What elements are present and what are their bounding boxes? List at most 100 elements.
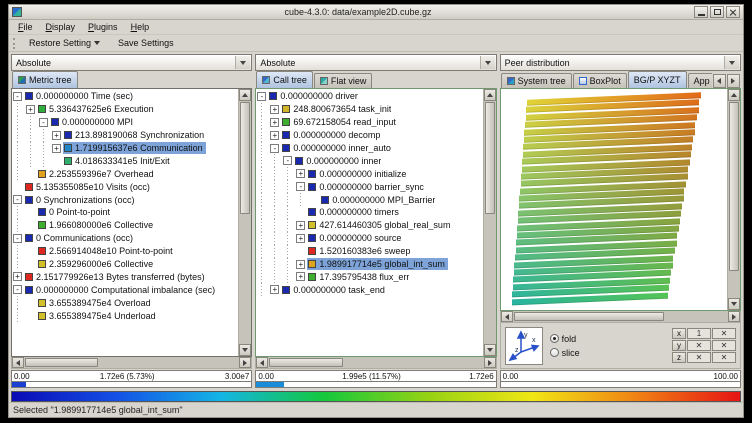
scrollbar-thumb[interactable] <box>729 102 739 271</box>
tree-item-source[interactable]: +0.000000000 source <box>257 232 482 245</box>
save-settings-button[interactable]: Save Settings <box>113 36 179 50</box>
maximize-button[interactable] <box>710 6 724 18</box>
tree-item-collective[interactable]: 1.966080000e6 Collective <box>13 219 238 232</box>
expand-icon[interactable]: + <box>296 260 305 269</box>
tree-item-initialize[interactable]: +0.000000000 initialize <box>257 167 482 180</box>
collapse-icon[interactable]: - <box>270 144 279 153</box>
tree-item-flux-err[interactable]: +17.395795438 flux_err <box>257 270 482 283</box>
expand-icon[interactable]: + <box>296 169 305 178</box>
collapse-icon[interactable]: - <box>257 92 266 101</box>
tab-app[interactable]: App <box>688 73 712 88</box>
tree-item-global-real-sum[interactable]: +427.614460305 global_real_sum <box>257 219 482 232</box>
scroll-down-button[interactable] <box>728 298 740 310</box>
tree-item-point-to-point[interactable]: 2.566914048e10 Point-to-point <box>13 245 238 258</box>
dim-cell-x-1[interactable]: ✕ <box>712 328 736 339</box>
dim-cell-z-0[interactable]: ✕ <box>687 352 711 363</box>
expand-icon[interactable]: + <box>296 272 305 281</box>
scrollbar-thumb[interactable] <box>25 358 98 367</box>
tab-boxplot[interactable]: BoxPlot <box>573 73 627 88</box>
tree-item-synchronization[interactable]: +213.898190068 Synchronization <box>13 129 238 142</box>
tree-item-init-exit[interactable]: 4.018633341e5 Init/Exit <box>13 154 238 167</box>
combo-arrow-icon[interactable] <box>235 56 250 69</box>
dim-cell-x-0[interactable]: 1 <box>687 328 711 339</box>
menu-display[interactable]: Display <box>40 21 82 33</box>
dim-cell-y-0[interactable]: ✕ <box>687 340 711 351</box>
metric-value-mode-combo[interactable]: Absolute <box>11 54 252 71</box>
tree-item-task-end[interactable]: +0.000000000 task_end <box>257 283 482 296</box>
expand-icon[interactable]: + <box>296 234 305 243</box>
tree-item-global-int-sum[interactable]: +1.989917714e5 global_int_sum <box>257 258 482 271</box>
call-value-mode-combo[interactable]: Absolute <box>255 54 496 71</box>
topology-canvas[interactable] <box>501 89 727 310</box>
tree-item-communications-occ[interactable]: -0 Communications (occ) <box>13 232 238 245</box>
collapse-icon[interactable]: - <box>296 182 305 191</box>
expand-icon[interactable]: + <box>52 144 61 153</box>
expand-icon[interactable]: + <box>26 105 35 114</box>
minimize-button[interactable] <box>694 6 708 18</box>
tree-item-synchronizations-occ[interactable]: -0 Synchronizations (occ) <box>13 193 238 206</box>
tree-item-mpi-barrier[interactable]: 0.000000000 MPI_Barrier <box>257 193 482 206</box>
metric-horizontal-scrollbar[interactable] <box>11 357 252 369</box>
tree-item-visits-occ[interactable]: 5.135355085e10 Visits (occ) <box>13 180 238 193</box>
tree-item-bytes-transferred-bytes[interactable]: +2.151779926e13 Bytes transferred (bytes… <box>13 270 238 283</box>
close-button[interactable] <box>726 6 740 18</box>
scrollbar-thumb[interactable] <box>269 358 342 367</box>
tab-scroll-right-button[interactable] <box>727 74 740 88</box>
scroll-right-button[interactable] <box>728 311 740 322</box>
tree-item-sweep[interactable]: 1.520160383e6 sweep <box>257 245 482 258</box>
dim-cell-y-1[interactable]: ✕ <box>712 340 736 351</box>
restore-setting-button[interactable]: Restore Setting <box>24 36 105 50</box>
tab-bg-p-xyzt[interactable]: BG/P XYZT <box>628 71 687 88</box>
topology-horizontal-scrollbar[interactable] <box>500 311 741 323</box>
fold-radio[interactable]: fold <box>550 334 580 344</box>
tree-item-collective[interactable]: 2.359296000e6 Collective <box>13 258 238 271</box>
axis-y-button[interactable]: y <box>672 340 686 351</box>
menu-plugins[interactable]: Plugins <box>82 21 124 33</box>
dim-cell-z-1[interactable]: ✕ <box>712 352 736 363</box>
scroll-up-button[interactable] <box>728 89 740 101</box>
scrollbar-thumb[interactable] <box>514 312 665 321</box>
tree-item-task-init[interactable]: +248.800673654 task_init <box>257 103 482 116</box>
tree-item-overhead[interactable]: 2.253559396e7 Overhead <box>13 167 238 180</box>
scroll-left-button[interactable] <box>501 311 513 322</box>
tab-scroll-left-button[interactable] <box>713 74 726 88</box>
scroll-right-button[interactable] <box>484 357 496 368</box>
scroll-left-button[interactable] <box>256 357 268 368</box>
scroll-up-button[interactable] <box>239 89 251 101</box>
collapse-icon[interactable]: - <box>13 92 22 101</box>
toolbar-grip[interactable] <box>13 38 16 49</box>
collapse-icon[interactable]: - <box>283 156 292 165</box>
combo-arrow-icon[interactable] <box>724 56 739 69</box>
metric-vertical-scrollbar[interactable] <box>238 89 251 356</box>
expand-icon[interactable]: + <box>13 272 22 281</box>
menu-file[interactable]: File <box>12 21 39 33</box>
collapse-icon[interactable]: - <box>13 195 22 204</box>
tree-item-timers[interactable]: 0.000000000 timers <box>257 206 482 219</box>
tree-item-read-input[interactable]: +69.672158054 read_input <box>257 116 482 129</box>
expand-icon[interactable]: + <box>270 285 279 294</box>
tab-system-tree[interactable]: System tree <box>501 73 572 88</box>
tree-item-time-sec[interactable]: -0.000000000 Time (sec) <box>13 90 238 103</box>
expand-icon[interactable]: + <box>296 221 305 230</box>
combo-arrow-icon[interactable] <box>480 56 495 69</box>
collapse-icon[interactable]: - <box>39 118 48 127</box>
scroll-down-button[interactable] <box>239 344 251 356</box>
scrollbar-thumb[interactable] <box>485 102 495 214</box>
axes-orientation-button[interactable]: x y z <box>505 327 543 365</box>
axis-x-button[interactable]: x <box>672 328 686 339</box>
tree-item-underload[interactable]: 3.655389475e4 Underload <box>13 309 238 322</box>
tree-item-overload[interactable]: 3.655389475e4 Overload <box>13 296 238 309</box>
call-vertical-scrollbar[interactable] <box>483 89 496 356</box>
tree-item-computational-imbalance-sec[interactable]: -0.000000000 Computational imbalance (se… <box>13 283 238 296</box>
slice-radio[interactable]: slice <box>550 348 580 358</box>
expand-icon[interactable]: + <box>270 118 279 127</box>
system-value-mode-combo[interactable]: Peer distribution <box>500 54 741 71</box>
tree-item-barrier-sync[interactable]: -0.000000000 barrier_sync <box>257 180 482 193</box>
topology-vertical-scrollbar[interactable] <box>727 89 740 310</box>
call-horizontal-scrollbar[interactable] <box>255 357 496 369</box>
tree-item-point-to-point[interactable]: 0 Point-to-point <box>13 206 238 219</box>
tab-call-tree[interactable]: Call tree <box>256 71 313 88</box>
tree-item-inner[interactable]: -0.000000000 inner <box>257 154 482 167</box>
scrollbar-thumb[interactable] <box>240 102 250 214</box>
collapse-icon[interactable]: - <box>13 234 22 243</box>
